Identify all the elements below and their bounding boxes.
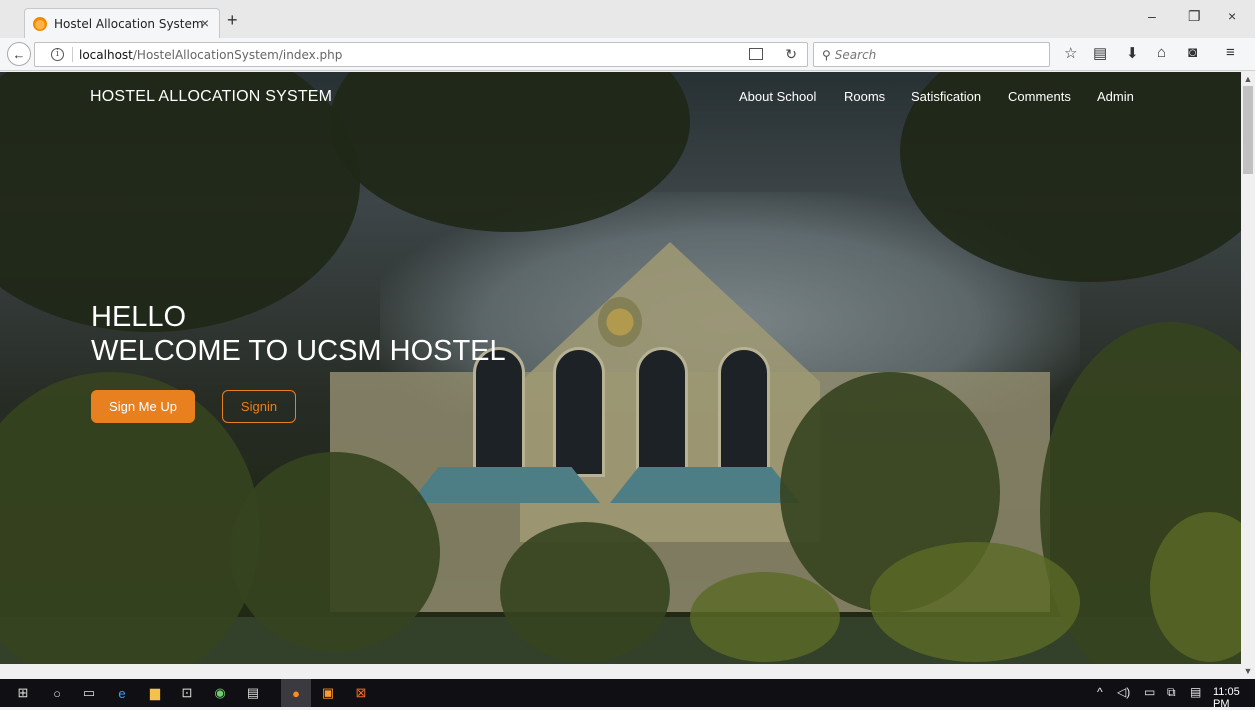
downloads-icon[interactable]: ⬇ xyxy=(1126,44,1139,62)
taskbar-clock[interactable]: 11:05 PM xyxy=(1213,686,1255,710)
hero-title: WELCOME TO UCSM HOSTEL xyxy=(91,335,506,367)
home-icon[interactable]: ⌂ xyxy=(1157,44,1166,61)
tab-title: Hostel Allocation System xyxy=(54,16,204,31)
nav-link-about-school[interactable]: About School xyxy=(739,89,816,104)
scroll-down-icon[interactable]: ▼ xyxy=(1241,664,1255,678)
sign-up-button[interactable]: Sign Me Up xyxy=(91,390,195,423)
browser-tab[interactable]: Hostel Allocation System × xyxy=(24,8,220,38)
restore-button[interactable]: ❐ xyxy=(1188,8,1201,25)
store-icon[interactable]: ⊡ xyxy=(178,684,196,702)
edge-browser-icon[interactable]: e xyxy=(113,684,131,702)
windows-taskbar: ⊞ ○ ▭ e ▆ ⊡ ◉ ▤ ● ▣ ⊠ ^ ◁) ▭ ⧉ ▤ 11:05 P… xyxy=(0,679,1255,710)
nav-link-rooms[interactable]: Rooms xyxy=(844,89,885,104)
scroll-thumb[interactable] xyxy=(1243,86,1253,174)
page-viewport: HOSTEL ALLOCATION SYSTEM About School Ro… xyxy=(0,72,1241,664)
back-button[interactable]: ← xyxy=(7,42,31,66)
url-bar[interactable]: i localhost/HostelAllocationSystem/index… xyxy=(34,42,808,67)
task-view-icon[interactable]: ▭ xyxy=(80,684,98,702)
search-icon: ⚲ xyxy=(822,47,831,62)
close-window-button[interactable]: × xyxy=(1228,8,1236,24)
pocket-icon[interactable]: ◙ xyxy=(1188,44,1197,61)
media-app-icon[interactable]: ▣ xyxy=(319,684,337,702)
search-placeholder: Search xyxy=(834,47,877,62)
hero-background-image xyxy=(0,72,1241,664)
url-host: localhost xyxy=(79,47,133,62)
browser-titlebar: Hostel Allocation System × + – ❐ × xyxy=(0,0,1255,38)
new-tab-button[interactable]: + xyxy=(227,10,238,31)
firefox-icon[interactable]: ● xyxy=(287,684,305,702)
nav-link-satisfication[interactable]: Satisfication xyxy=(911,89,981,104)
volume-icon[interactable]: ◁) xyxy=(1117,685,1130,699)
site-brand[interactable]: HOSTEL ALLOCATION SYSTEM xyxy=(90,88,332,106)
back-arrow-icon: ← xyxy=(12,46,26,62)
url-path: /HostelAllocationSystem/index.php xyxy=(132,47,343,62)
bookmark-star-icon[interactable]: ☆ xyxy=(1064,44,1077,62)
page-scrollbar[interactable]: ▲ ▼ xyxy=(1241,72,1255,676)
cortana-search-icon[interactable]: ○ xyxy=(48,684,66,702)
menu-icon[interactable]: ≡ xyxy=(1226,44,1235,61)
chrome-icon[interactable]: ◉ xyxy=(211,684,229,702)
battery-icon[interactable]: ▭ xyxy=(1144,685,1155,699)
reader-view-icon[interactable] xyxy=(749,48,763,60)
xampp-icon[interactable]: ⊠ xyxy=(352,684,370,702)
info-icon[interactable]: i xyxy=(51,48,64,61)
app-icon[interactable]: ▤ xyxy=(244,684,262,702)
file-explorer-icon[interactable]: ▆ xyxy=(146,684,164,702)
tray-expand-icon[interactable]: ^ xyxy=(1097,685,1103,699)
nav-link-admin[interactable]: Admin xyxy=(1097,89,1134,104)
minimize-button[interactable]: – xyxy=(1148,8,1156,24)
site-header: HOSTEL ALLOCATION SYSTEM About School Ro… xyxy=(0,72,1241,122)
url-separator xyxy=(72,47,73,62)
hero-greeting: HELLO xyxy=(91,301,187,333)
reload-icon[interactable]: ↻ xyxy=(785,46,797,63)
bookmarks-library-icon[interactable]: ▤ xyxy=(1093,44,1107,62)
windows-start-icon[interactable]: ⊞ xyxy=(14,684,32,702)
action-center-icon[interactable]: ▤ xyxy=(1190,685,1201,699)
url-text[interactable]: localhost/HostelAllocationSystem/index.p… xyxy=(79,48,342,62)
close-tab-icon[interactable]: × xyxy=(201,15,209,31)
nav-link-comments[interactable]: Comments xyxy=(1008,89,1071,104)
scroll-up-icon[interactable]: ▲ xyxy=(1241,72,1255,86)
network-icon[interactable]: ⧉ xyxy=(1167,685,1176,700)
search-input[interactable]: ⚲ Search xyxy=(813,42,1050,67)
sign-in-button[interactable]: Signin xyxy=(222,390,296,423)
site-favicon-icon xyxy=(33,16,47,31)
